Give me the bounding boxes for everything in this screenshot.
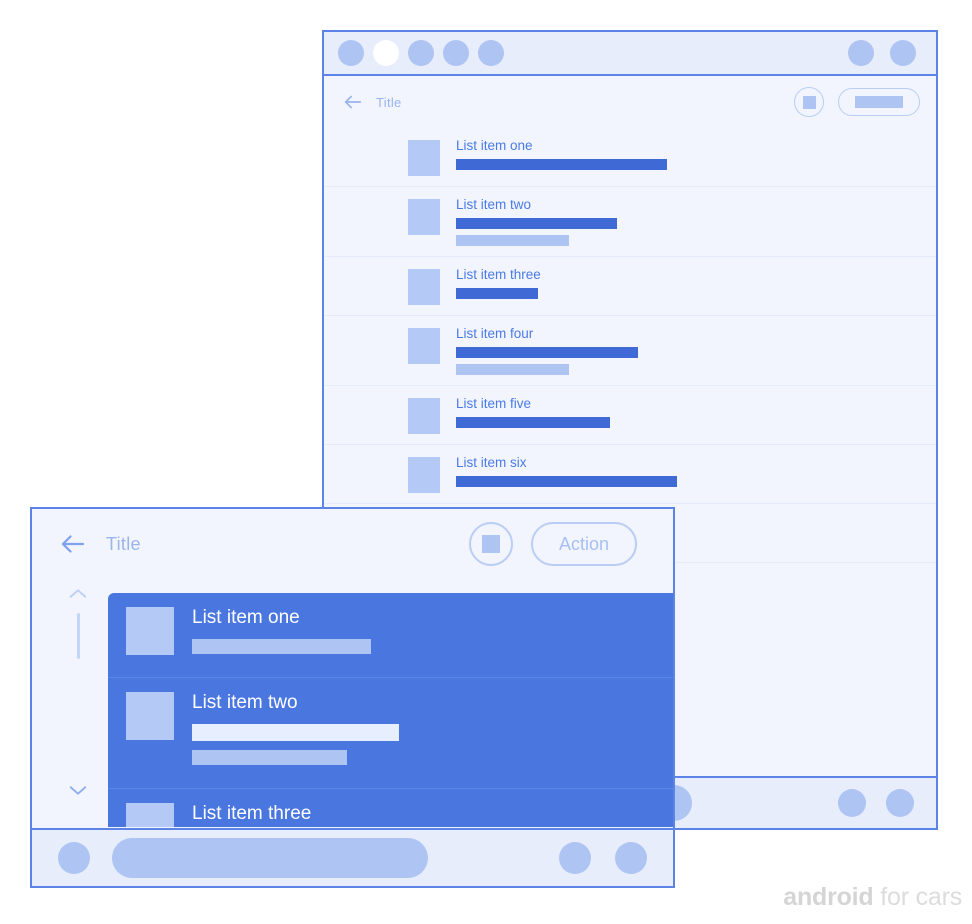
- list-item-label: List item six: [456, 455, 527, 470]
- tab-2[interactable]: [373, 40, 399, 66]
- scroll-thumb[interactable]: [76, 613, 80, 659]
- page-title: Title: [106, 533, 141, 554]
- list-item-primary-bar: [456, 288, 538, 299]
- list-item-primary-bar: [456, 476, 677, 487]
- list-item-body: List item six: [456, 455, 936, 493]
- list-item-label: List item one: [192, 607, 300, 628]
- chevron-down-icon[interactable]: [67, 783, 89, 797]
- action-button-placeholder[interactable]: [838, 88, 920, 116]
- chevron-up-icon[interactable]: [67, 587, 89, 601]
- list-item-secondary-bar: [192, 639, 371, 654]
- nav-circle-right-2[interactable]: [886, 789, 914, 817]
- nav-pill-center[interactable]: [112, 838, 428, 878]
- action-button-label: Action: [558, 533, 609, 554]
- front-window-list-card: List item one List item two List item thre…: [108, 593, 673, 827]
- list-item-thumbnail: [126, 607, 174, 655]
- list-item-primary-bar: [456, 218, 617, 229]
- list-item-body: List item one: [192, 607, 673, 663]
- table-row[interactable]: List item six: [324, 445, 936, 504]
- list-item-primary-bar: [192, 724, 400, 741]
- list-item-body: List item five: [456, 396, 936, 434]
- list-item-primary-bar: [456, 159, 668, 170]
- square-icon: [481, 535, 500, 553]
- back-window-app-bar-actions: [794, 87, 920, 117]
- back-window-tab-strip: [324, 32, 936, 76]
- list-item-tertiary-bar: [192, 750, 348, 765]
- list-item-label: List item three: [192, 803, 312, 824]
- list-item-thumbnail: [408, 140, 440, 176]
- tab-1[interactable]: [338, 40, 364, 66]
- status-dot-1[interactable]: [848, 40, 874, 66]
- front-window-app-bar: Title Action: [32, 509, 673, 579]
- list-item-thumbnail: [408, 457, 440, 493]
- table-row[interactable]: List item two: [324, 187, 936, 257]
- list-item-thumbnail: [408, 398, 440, 434]
- list-item[interactable]: List item three: [108, 789, 673, 827]
- action-button[interactable]: Action: [530, 522, 637, 566]
- back-window-list: List item one List item two List item thre…: [324, 128, 936, 563]
- list-item-body: List item three: [192, 803, 673, 827]
- list-item-thumbnail: [126, 803, 174, 827]
- list-item-secondary-bar: [456, 235, 569, 246]
- list-item-label: List item two: [456, 197, 532, 212]
- table-row[interactable]: List item three: [324, 257, 936, 316]
- list-item-label: List item three: [456, 267, 541, 282]
- nav-circle-right-2[interactable]: [615, 842, 647, 874]
- square-icon: [802, 95, 816, 109]
- list-item[interactable]: List item two: [108, 678, 673, 789]
- list-item-body: List item four: [456, 326, 936, 375]
- action-label-placeholder: [855, 96, 903, 108]
- tab-4[interactable]: [443, 40, 469, 66]
- watermark-suffix: for cars: [873, 883, 962, 911]
- list-item-thumbnail: [408, 269, 440, 305]
- back-arrow-icon[interactable]: [342, 91, 364, 113]
- list-item-body: List item three: [456, 267, 936, 305]
- front-window-bottom-bar: [32, 828, 673, 886]
- list-item-primary-bar: [456, 417, 610, 428]
- list-scrollbar[interactable]: [58, 579, 98, 811]
- watermark: android for cars: [783, 883, 962, 912]
- watermark-brand: android: [783, 883, 874, 911]
- list-item-body: List item two: [456, 197, 936, 246]
- list-item[interactable]: List item one: [108, 593, 673, 678]
- back-window-app-bar: Title: [324, 76, 936, 128]
- front-window-app-bar-actions: Action: [468, 522, 637, 566]
- nav-circle-right-1[interactable]: [559, 842, 591, 874]
- tab-5[interactable]: [478, 40, 504, 66]
- tab-strip-status-dots: [832, 32, 916, 74]
- list-item-body: List item one: [456, 138, 936, 176]
- list-item-thumbnail: [408, 199, 440, 235]
- nav-circle-left[interactable]: [58, 842, 90, 874]
- front-window-body: List item one List item two List item thre…: [32, 579, 673, 827]
- table-row[interactable]: List item one: [324, 128, 936, 187]
- status-dot-2[interactable]: [890, 40, 916, 66]
- tab-3[interactable]: [408, 40, 434, 66]
- table-row[interactable]: List item five: [324, 386, 936, 445]
- list-item-label: List item one: [456, 138, 533, 153]
- list-item-secondary-bar: [456, 364, 569, 375]
- list-item-primary-bar: [456, 347, 639, 358]
- list-item-thumbnail: [408, 328, 440, 364]
- list-item-label: List item two: [192, 692, 298, 713]
- front-window[interactable]: Title Action List item one List item two…: [30, 507, 675, 888]
- list-item-thumbnail: [126, 692, 174, 740]
- page-title: Title: [376, 94, 402, 110]
- list-item-label: List item five: [456, 396, 532, 411]
- back-arrow-icon[interactable]: [58, 529, 88, 559]
- list-item-body: List item two: [192, 692, 673, 774]
- list-item-label: List item four: [456, 326, 534, 341]
- square-icon-button[interactable]: [794, 87, 824, 117]
- table-row[interactable]: List item four: [324, 316, 936, 386]
- nav-circle-right-1[interactable]: [838, 789, 866, 817]
- square-icon-button[interactable]: [468, 522, 513, 566]
